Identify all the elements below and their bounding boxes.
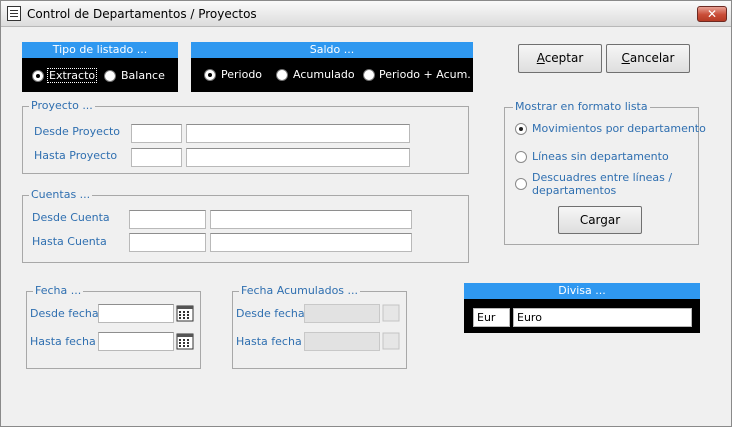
lineas-sin-departamento-radio[interactable] — [515, 151, 527, 163]
desde-proyecto-code-input[interactable] — [131, 124, 182, 143]
periodo-acum-label[interactable]: Periodo + Acum. — [379, 68, 471, 81]
hasta-proyecto-code-input[interactable] — [131, 148, 182, 167]
fecha-acumulados-group — [232, 291, 407, 369]
cuentas-group — [22, 195, 469, 263]
balance-radio[interactable] — [104, 70, 116, 82]
periodo-label[interactable]: Periodo — [221, 68, 262, 81]
cargar-button[interactable]: Cargar — [558, 206, 642, 234]
aceptar-button[interactable]: Aceptar — [518, 44, 602, 73]
acum-desde-fecha-label: Desde fecha — [236, 307, 305, 320]
dialog-window: Control de Departamentos / Proyectos ✕ T… — [0, 0, 732, 427]
movimientos-label[interactable]: Movimientos por departamento — [532, 122, 706, 135]
saldo-header: Saldo ... — [191, 42, 473, 58]
hasta-proyecto-name-input[interactable] — [186, 148, 410, 167]
close-icon: ✕ — [706, 7, 718, 21]
tipo-listado-header: Tipo de listado ... — [22, 42, 178, 58]
extracto-label[interactable]: Extracto — [46, 68, 98, 83]
hasta-fecha-label: Hasta fecha — [30, 335, 96, 348]
divisa-code-input[interactable]: Eur — [473, 308, 510, 327]
calendar-icon[interactable] — [176, 332, 194, 350]
acumulado-label[interactable]: Acumulado — [293, 68, 355, 81]
hasta-cuenta-name-input[interactable] — [210, 233, 412, 252]
acum-desde-fecha-input[interactable] — [304, 304, 380, 323]
descuadres-label-line2[interactable]: departamentos — [532, 184, 616, 197]
title-bar: Control de Departamentos / Proyectos ✕ — [1, 1, 731, 27]
window-title: Control de Departamentos / Proyectos — [27, 7, 257, 21]
desde-fecha-input[interactable] — [98, 304, 174, 323]
periodo-acum-radio[interactable] — [363, 69, 375, 81]
document-list-icon — [7, 6, 21, 21]
cuentas-legend: Cuentas ... — [29, 188, 93, 201]
extracto-radio[interactable] — [32, 70, 44, 82]
divisa-name-input[interactable]: Euro — [513, 308, 692, 327]
fecha-acumulados-legend: Fecha Acumulados ... — [239, 284, 361, 297]
proyecto-legend: Proyecto ... — [29, 99, 95, 112]
hasta-proyecto-label: Hasta Proyecto — [34, 149, 118, 162]
desde-cuenta-name-input[interactable] — [210, 210, 412, 229]
hasta-cuenta-label: Hasta Cuenta — [32, 235, 107, 248]
calendar-icon[interactable] — [176, 304, 194, 322]
divisa-header: Divisa ... — [464, 283, 700, 299]
desde-proyecto-name-input[interactable] — [186, 124, 410, 143]
acum-hasta-fecha-label: Hasta fecha — [236, 335, 302, 348]
cancelar-button[interactable]: Cancelar — [606, 44, 690, 73]
mostrar-legend: Mostrar en formato lista — [513, 100, 650, 113]
balance-label[interactable]: Balance — [121, 69, 165, 82]
descuadres-label-line1[interactable]: Descuadres entre líneas / — [532, 171, 672, 184]
lineas-sin-departamento-label[interactable]: Líneas sin departamento — [532, 150, 669, 163]
fecha-legend: Fecha ... — [33, 284, 84, 297]
desde-cuenta-code-input[interactable] — [129, 210, 206, 229]
acumulado-radio[interactable] — [276, 69, 288, 81]
desde-cuenta-label: Desde Cuenta — [32, 211, 110, 224]
fecha-group — [26, 291, 201, 369]
calendar-icon — [382, 304, 400, 322]
calendar-icon — [382, 332, 400, 350]
close-button[interactable]: ✕ — [697, 6, 727, 22]
hasta-cuenta-code-input[interactable] — [129, 233, 206, 252]
descuadres-radio[interactable] — [515, 178, 527, 190]
hasta-fecha-input[interactable] — [98, 332, 174, 351]
movimientos-radio[interactable] — [515, 123, 527, 135]
periodo-radio[interactable] — [204, 69, 216, 81]
desde-fecha-label: Desde fecha — [30, 307, 99, 320]
desde-proyecto-label: Desde Proyecto — [34, 125, 121, 138]
acum-hasta-fecha-input[interactable] — [304, 332, 380, 351]
